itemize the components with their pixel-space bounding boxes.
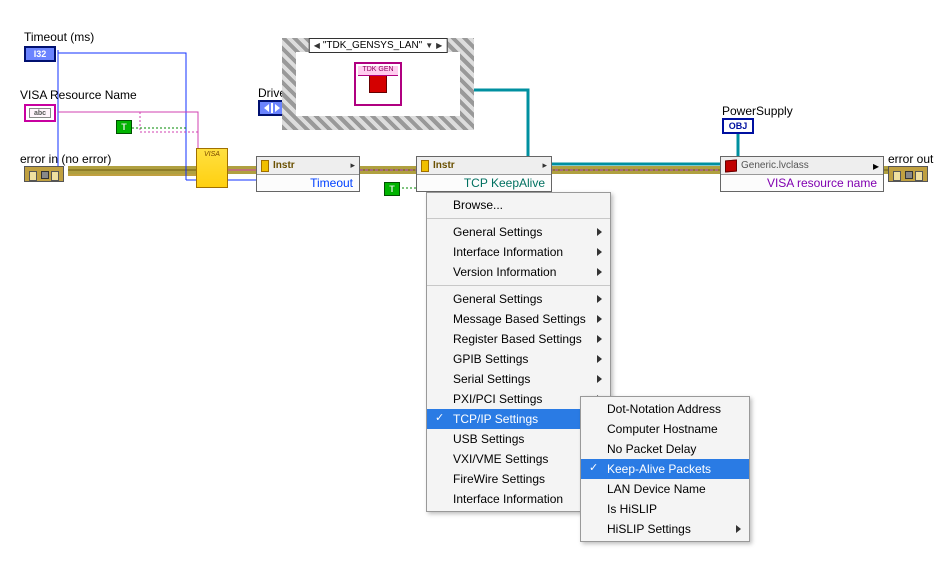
powersupply-label: PowerSupply [722,104,793,118]
instr-icon [261,160,269,172]
menu-item[interactable]: Message Based Settings [427,309,610,329]
visa-resource-label: VISA Resource Name [20,88,137,102]
property-node-instr-tcp[interactable]: Instr▸ TCP KeepAlive [416,156,552,192]
menu-item[interactable]: Serial Settings [427,369,610,389]
menu-item[interactable]: Register Based Settings [427,329,610,349]
submenu-item[interactable]: Computer Hostname [581,419,749,439]
submenu-arrow-icon [597,248,602,256]
submenu-arrow-icon [597,228,602,236]
submenu-item[interactable]: Dot-Notation Address [581,399,749,419]
error-out-label: error out [888,152,933,166]
bool-true-constant-1[interactable]: T [116,120,132,134]
submenu-item[interactable]: ✓Keep-Alive Packets [581,459,749,479]
menu-item[interactable]: General Settings [427,289,610,309]
bool-true-constant-2[interactable]: T [384,182,400,196]
submenu-arrow-icon [597,315,602,323]
case-next-icon[interactable]: ▶ [436,41,442,50]
submenu-arrow-icon [736,525,741,533]
visa-open-node[interactable] [196,148,228,188]
menu-item[interactable]: GPIB Settings [427,349,610,369]
menu-item[interactable]: Browse... [427,195,610,215]
class-constant[interactable]: TDK GEN [354,62,402,106]
powersupply-indicator[interactable]: OBJ [722,118,754,134]
submenu-item[interactable]: HiSLIP Settings [581,519,749,539]
visa-resource-terminal[interactable]: abc [24,104,56,122]
submenu-arrow-icon [597,335,602,343]
submenu-arrow-icon [597,268,602,276]
property-visa-resource-name[interactable]: VISA resource name [721,175,883,191]
menu-item[interactable]: Interface Information [427,242,610,262]
error-in-label: error in (no error) [20,152,111,166]
timeout-label: Timeout (ms) [24,30,94,44]
submenu-item[interactable]: LAN Device Name [581,479,749,499]
submenu-item[interactable]: No Packet Delay [581,439,749,459]
error-out-terminal[interactable] [888,166,928,182]
context-submenu[interactable]: Dot-Notation AddressComputer HostnameNo … [580,396,750,542]
case-prev-icon[interactable]: ◀ [314,41,320,50]
property-node-generic-class[interactable]: Generic.lvclass▸ VISA resource name [720,156,884,192]
property-node-instr-timeout[interactable]: Instr▸ Timeout [256,156,360,192]
property-tcp-keepalive[interactable]: TCP KeepAlive [417,175,551,191]
class-cube-icon [369,75,387,93]
case-structure[interactable]: ◀ "TDK_GENSYS_LAN" ▼ ▶ TDK GEN [282,38,474,130]
submenu-arrow-icon [597,355,602,363]
timeout-terminal[interactable]: I32 [24,46,56,62]
menu-item[interactable]: General Settings [427,222,610,242]
submenu-arrow-icon [597,295,602,303]
case-selector[interactable]: ◀ "TDK_GENSYS_LAN" ▼ ▶ [309,38,448,53]
error-in-terminal[interactable] [24,166,64,182]
submenu-arrow-icon [597,375,602,383]
class-cube-icon [725,159,737,172]
case-dropdown-icon[interactable]: ▼ [425,41,433,50]
property-timeout[interactable]: Timeout [257,175,359,191]
menu-item[interactable]: Version Information [427,262,610,282]
instr-icon [421,160,429,172]
submenu-item[interactable]: Is HiSLIP [581,499,749,519]
